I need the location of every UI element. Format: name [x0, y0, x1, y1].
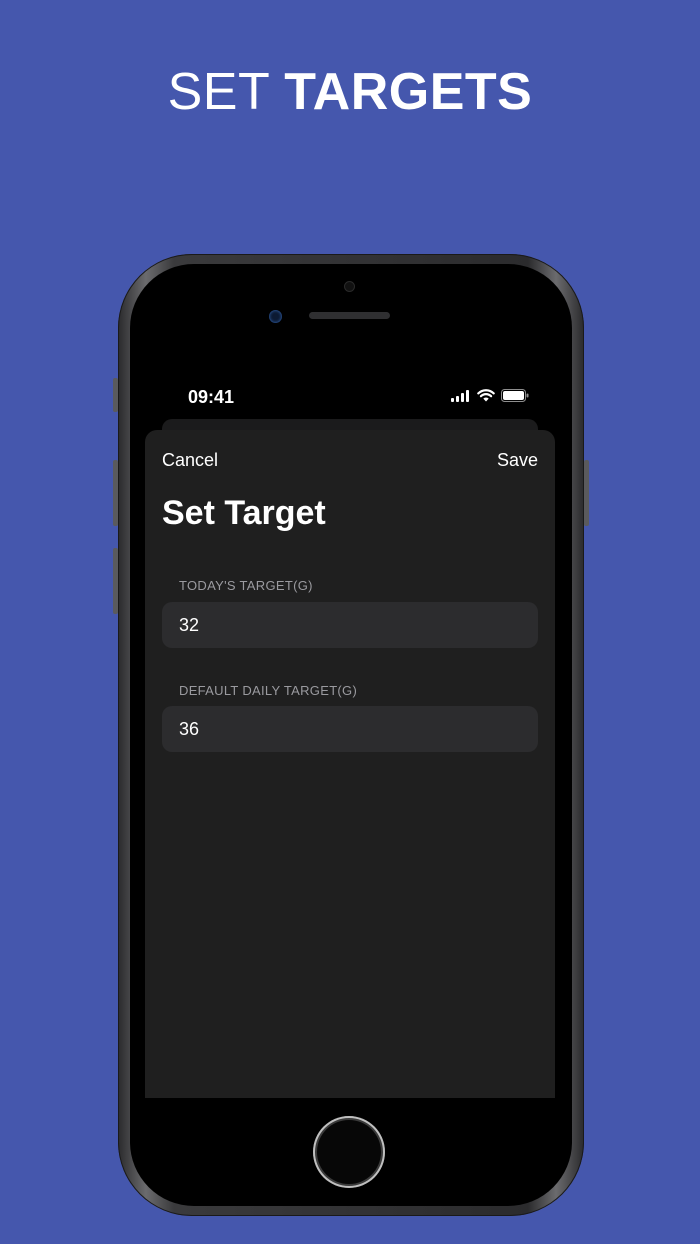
- power-button: [584, 460, 589, 526]
- battery-icon: [501, 389, 529, 402]
- todays-target-input[interactable]: [162, 602, 538, 648]
- home-button[interactable]: [313, 1116, 385, 1188]
- status-icons: [451, 389, 529, 402]
- save-button[interactable]: Save: [497, 450, 538, 471]
- earpiece-speaker: [309, 312, 390, 319]
- default-daily-target-label: DEFAULT DAILY TARGET(G): [179, 683, 358, 698]
- screen: 09:41 Cancel Save Set Target TODAY'S TAR…: [145, 372, 555, 1098]
- headline: SET TARGETS: [0, 62, 700, 122]
- todays-target-label: TODAY'S TARGET(G): [179, 578, 313, 593]
- wifi-icon: [477, 389, 495, 402]
- mute-switch: [113, 378, 118, 412]
- headline-light: SET: [167, 63, 270, 121]
- status-bar: 09:41: [145, 372, 555, 422]
- cellular-signal-icon: [451, 389, 469, 402]
- cancel-button[interactable]: Cancel: [162, 450, 218, 471]
- status-time: 09:41: [188, 387, 235, 407]
- default-daily-target-input[interactable]: [162, 706, 538, 752]
- proximity-sensor: [269, 310, 282, 323]
- front-camera: [344, 281, 355, 292]
- headline-bold: TARGETS: [284, 63, 533, 121]
- set-target-sheet: Cancel Save Set Target TODAY'S TARGET(G)…: [145, 430, 555, 1098]
- page-title: Set Target: [162, 494, 326, 532]
- volume-up-button: [113, 460, 118, 526]
- volume-down-button: [113, 548, 118, 614]
